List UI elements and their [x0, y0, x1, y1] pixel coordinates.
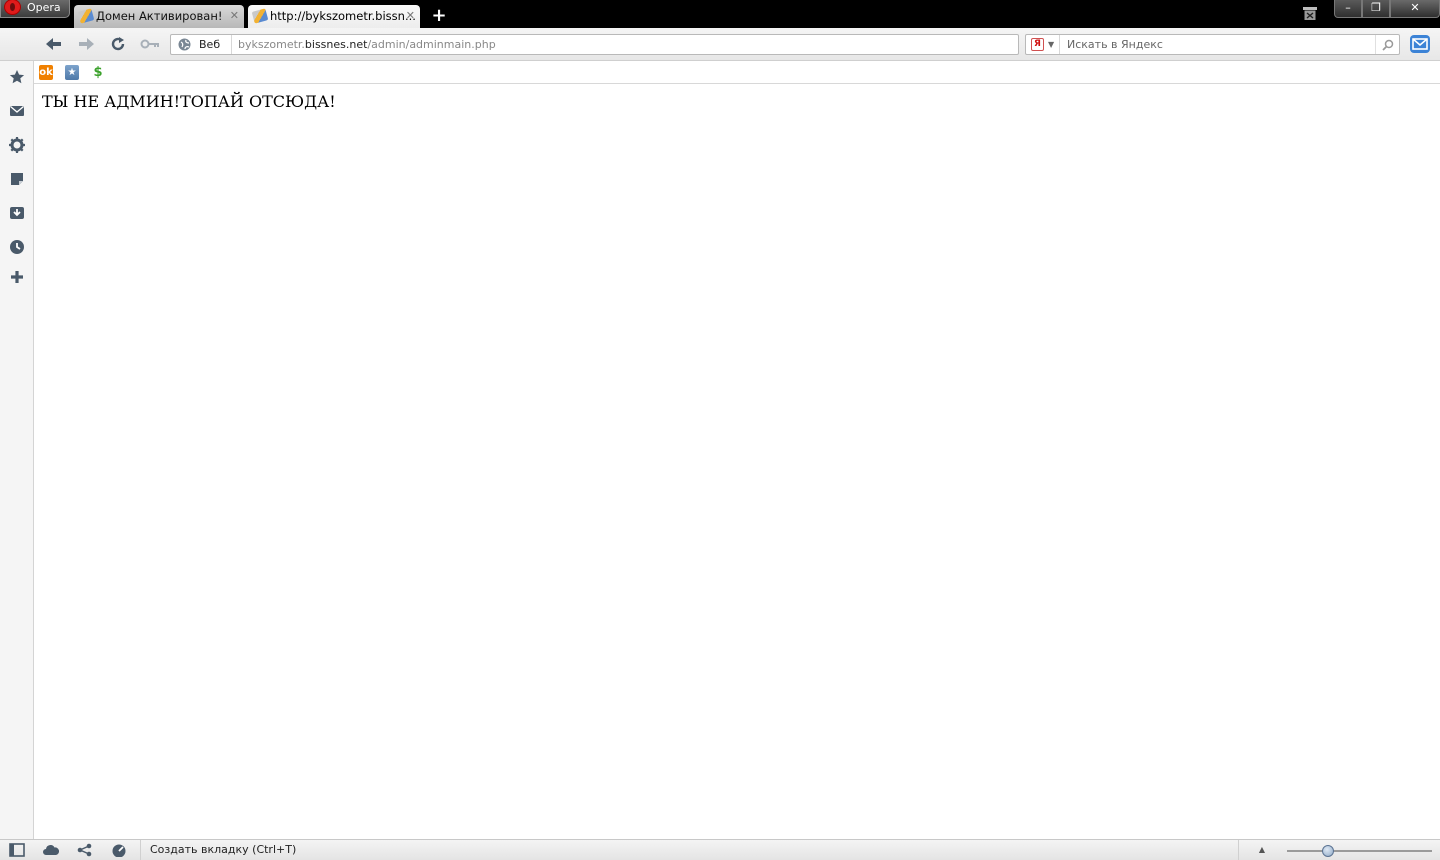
url-domain: bissnes.net — [304, 38, 368, 51]
search-icon[interactable] — [1375, 35, 1399, 54]
page-content: ТЫ НЕ АДМИН!ТОПАЙ ОТСЮДА! — [34, 84, 1440, 839]
title-bar: Opera Домен Активирован! ✕ http://bykszo… — [0, 0, 1440, 29]
search-engine-select[interactable]: Я ▼ — [1026, 35, 1060, 54]
close-window-button[interactable]: ✕ — [1390, 0, 1440, 18]
reload-icon[interactable] — [109, 36, 127, 52]
chevron-down-icon: ▼ — [1048, 40, 1055, 49]
star-icon[interactable] — [9, 69, 25, 85]
gear-icon[interactable] — [9, 137, 25, 153]
page-favicon-icon — [251, 8, 269, 24]
turbo-speedometer-icon[interactable] — [110, 843, 128, 857]
side-panel — [0, 61, 34, 839]
search-input[interactable] — [1067, 35, 1367, 54]
page-favicon-icon — [77, 8, 95, 24]
url-path: /admin/adminmain.php — [367, 38, 496, 51]
site-info-label: Веб — [199, 38, 221, 51]
cloud-sync-icon[interactable] — [42, 843, 60, 857]
back-arrow-icon[interactable] — [45, 36, 63, 52]
url-field[interactable]: bykszometr.bissnes.net/admin/adminmain.p… — [238, 35, 496, 54]
new-tab-button[interactable]: + — [430, 7, 448, 25]
closed-tabs-trash-icon[interactable] — [1302, 6, 1318, 21]
mail-icon[interactable] — [9, 103, 25, 119]
status-divider — [1238, 840, 1239, 860]
zoom-menu-caret-icon[interactable]: ▲ — [1256, 845, 1268, 855]
downloads-icon[interactable] — [9, 205, 25, 221]
tab-close-icon[interactable]: ✕ — [230, 5, 239, 27]
tab-title: Домен Активирован! — [96, 9, 223, 23]
address-bar[interactable]: Веб bykszometr.bissnes.net/admin/adminma… — [170, 34, 1019, 55]
forward-arrow-icon[interactable] — [77, 36, 95, 52]
tab-title: http://bykszometr.bissn... — [270, 9, 416, 23]
favorites-star-icon[interactable]: ★ — [65, 65, 79, 80]
globe-icon — [178, 38, 191, 51]
notes-icon[interactable] — [9, 171, 25, 187]
maximize-button[interactable]: ❐ — [1362, 0, 1390, 18]
zoom-slider-thumb[interactable] — [1321, 845, 1334, 857]
opera-menu-label: Opera — [27, 1, 61, 14]
add-panel-icon[interactable] — [9, 269, 25, 285]
site-info-badge[interactable]: Веб — [171, 35, 232, 54]
zoom-slider[interactable] — [1287, 845, 1432, 857]
panel-toggle-icon[interactable] — [9, 843, 27, 857]
status-hint-text: Создать вкладку (Ctrl+T) — [150, 843, 297, 856]
tab-admin-page[interactable]: http://bykszometr.bissn... ✕ — [248, 5, 420, 29]
window-controls: – ❐ ✕ — [1334, 0, 1440, 18]
odnoklassniki-icon[interactable]: ok — [39, 65, 53, 80]
unite-icon[interactable] — [76, 843, 94, 857]
status-divider — [140, 840, 141, 860]
navigation-toolbar: Веб bykszometr.bissnes.net/admin/adminma… — [0, 28, 1440, 61]
search-box: Я ▼ — [1025, 34, 1400, 55]
mail-icon[interactable] — [1410, 35, 1430, 53]
tab-domain-activated[interactable]: Домен Активирован! ✕ — [74, 5, 244, 28]
opera-logo-icon — [4, 0, 21, 15]
money-icon[interactable]: $ — [91, 65, 105, 80]
tab-close-icon[interactable]: ✕ — [406, 5, 415, 27]
key-icon[interactable] — [140, 36, 160, 52]
status-bar: Создать вкладку (Ctrl+T) ▲ — [0, 839, 1440, 860]
yandex-icon: Я — [1031, 38, 1044, 51]
url-prefix: bykszometr. — [238, 38, 305, 51]
bookmarks-bar: ok ★ $ — [34, 61, 1440, 84]
minimize-button[interactable]: – — [1334, 0, 1362, 18]
page-message: ТЫ НЕ АДМИН!ТОПАЙ ОТСЮДА! — [42, 92, 336, 111]
history-icon[interactable] — [9, 239, 25, 255]
opera-menu-button[interactable]: Opera — [0, 0, 70, 18]
